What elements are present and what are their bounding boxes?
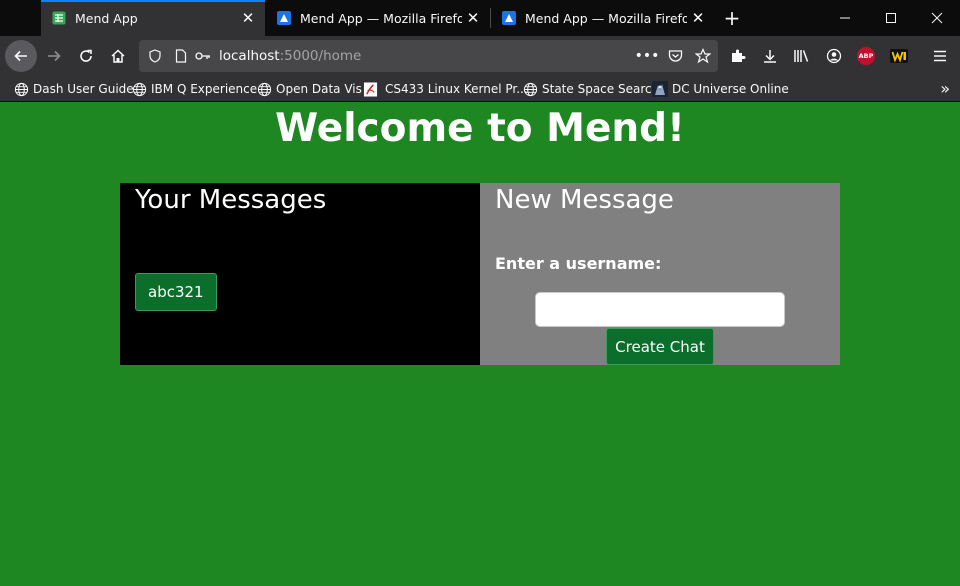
new-tab-button[interactable]: + — [719, 5, 745, 31]
close-tab-icon[interactable]: ✕ — [462, 7, 484, 29]
bookmarks-overflow-icon[interactable]: » — [940, 79, 950, 98]
game-icon — [652, 81, 668, 97]
chat-button[interactable]: abc321 — [135, 273, 217, 311]
forward-arrow-icon — [48, 50, 61, 62]
globe-icon — [522, 81, 538, 97]
close-window-button[interactable] — [914, 0, 960, 36]
bookmark-cs433-linux-kernel[interactable]: CS433 Linux Kernel Pr... — [362, 79, 528, 99]
downloads-button[interactable] — [754, 40, 786, 72]
close-tab-icon[interactable]: ✕ — [237, 7, 259, 29]
username-label: Enter a username: — [495, 254, 662, 273]
bookmark-label: Dash User Guide — [33, 82, 134, 96]
page-content: Welcome to Mend! Your Messages abc321 Ne… — [0, 103, 960, 586]
bookmark-dash-user-guide[interactable]: Dash User Guide — [13, 79, 134, 99]
page-title: Welcome to Mend! — [275, 106, 685, 151]
page-actions-icon[interactable]: ••• — [635, 40, 660, 72]
globe-icon — [13, 81, 29, 97]
extension-w-button[interactable] — [883, 40, 915, 72]
new-message-heading: New Message — [495, 185, 674, 215]
close-tab-icon[interactable]: ✕ — [687, 7, 709, 29]
home-button[interactable] — [102, 40, 134, 72]
bookmark-label: State Space Search — [542, 82, 660, 96]
app-logo-icon — [502, 11, 516, 25]
messages-heading: Your Messages — [135, 185, 327, 215]
page-icon[interactable] — [171, 40, 191, 72]
url-text: localhost:5000/home — [219, 48, 361, 64]
account-icon — [826, 48, 842, 64]
back-arrow-icon — [14, 50, 27, 62]
back-button[interactable] — [5, 40, 37, 72]
bookmark-label: Open Data Vis — [276, 82, 362, 96]
library-icon — [794, 50, 809, 62]
new-message-panel: New Message Enter a username: Create Cha… — [480, 183, 840, 365]
tab-mend-app[interactable]: Mend App ✕ — [41, 0, 265, 36]
bookmark-label: DC Universe Online — [672, 82, 789, 96]
bookmark-label: IBM Q Experience — [151, 82, 258, 96]
forward-button[interactable] — [38, 40, 70, 72]
shield-icon[interactable] — [145, 40, 165, 72]
bookmark-open-data-vis[interactable]: Open Data Vis — [256, 79, 362, 99]
reload-icon — [80, 49, 92, 62]
pdf-icon — [362, 81, 378, 97]
bookmark-label: CS433 Linux Kernel Pr... — [385, 82, 528, 96]
tab-mend-app-firefox-2[interactable]: Mend App — Mozilla Firefox ✕ — [491, 0, 715, 36]
globe-icon — [256, 81, 272, 97]
tab-title: Mend App — Mozilla Firefox — [525, 10, 687, 26]
hamburger-menu-icon — [934, 50, 946, 62]
bookmark-ibm-q-experience[interactable]: IBM Q Experience — [131, 79, 257, 99]
tab-strip: Mend App ✕ Mend App — Mozilla Firefox ✕ … — [0, 0, 960, 36]
home-icon — [111, 49, 125, 63]
url-bar[interactable]: localhost:5000/home ••• — [139, 40, 718, 72]
url-host: localhost — [219, 48, 280, 64]
extensions-button[interactable] — [722, 40, 754, 72]
key-icon[interactable] — [193, 40, 213, 72]
create-chat-button[interactable]: Create Chat — [606, 328, 714, 365]
extension-w-icon — [890, 49, 908, 63]
minimize-button[interactable] — [822, 0, 868, 36]
url-path: :5000/home — [279, 48, 362, 64]
tab-title: Mend App — Mozilla Firefox — [300, 10, 462, 26]
messages-panel: Your Messages abc321 — [120, 183, 480, 365]
bookmark-star-icon[interactable] — [691, 40, 715, 72]
username-input[interactable] — [535, 292, 785, 327]
bookmarks-toolbar: Dash User Guide IBM Q Experience Open Da… — [0, 76, 960, 102]
globe-icon — [131, 81, 147, 97]
library-button[interactable] — [786, 40, 818, 72]
tab-title: Mend App — [75, 10, 138, 26]
menu-button[interactable] — [924, 40, 956, 72]
puzzle-icon — [732, 49, 746, 62]
reload-button[interactable] — [70, 40, 102, 72]
app-logo-icon — [277, 11, 291, 25]
adblock-icon: ABP — [857, 47, 875, 65]
navigation-toolbar: localhost:5000/home ••• ABP — [0, 36, 960, 76]
pocket-icon[interactable] — [663, 40, 687, 72]
bookmark-state-space-search[interactable]: State Space Search — [522, 79, 659, 99]
maximize-button[interactable] — [868, 0, 914, 36]
download-icon — [764, 50, 776, 63]
adblock-extension-button[interactable]: ABP — [850, 40, 882, 72]
spreadsheet-icon — [52, 11, 66, 25]
bookmark-dc-universe-online[interactable]: DC Universe Online — [652, 79, 789, 99]
tab-mend-app-firefox[interactable]: Mend App — Mozilla Firefox ✕ — [266, 0, 490, 36]
account-button[interactable] — [818, 40, 850, 72]
